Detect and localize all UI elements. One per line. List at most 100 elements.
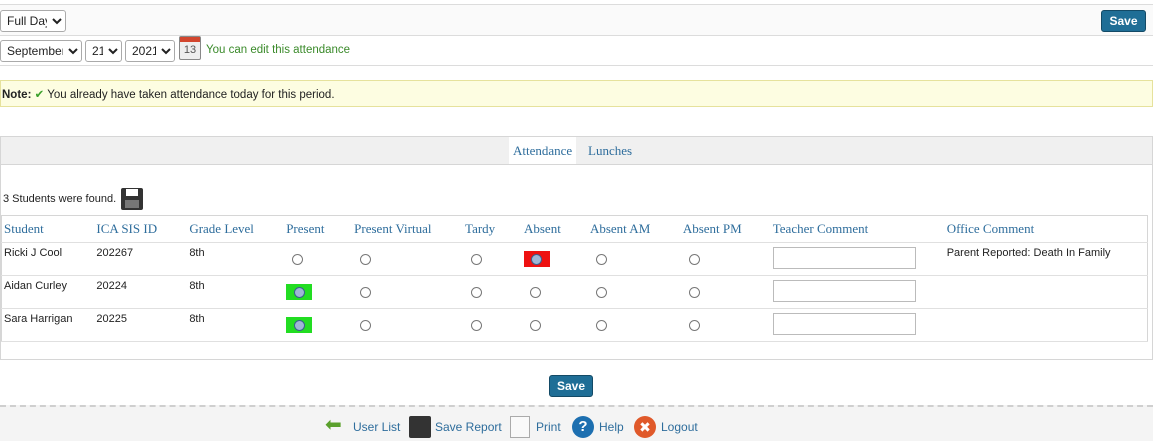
save-button[interactable]: Save	[1101, 10, 1146, 32]
checkmark-icon: ✔	[34, 89, 45, 101]
print-link[interactable]: Print	[536, 420, 561, 434]
present-cell	[284, 242, 353, 276]
student-grade: 8th	[187, 308, 285, 342]
year-select[interactable]: 2021	[125, 40, 175, 62]
absent-pm-cell	[680, 275, 771, 309]
present-cell	[284, 308, 353, 342]
header-absent-pm[interactable]: Absent PM	[680, 215, 771, 243]
user-list-link[interactable]: User List	[353, 420, 400, 434]
student-grade: 8th	[187, 275, 285, 309]
absent-am-cell	[587, 275, 681, 309]
present-radio[interactable]	[292, 253, 304, 265]
teacher-comment-cell	[770, 308, 945, 342]
present-virtual-radio[interactable]	[360, 319, 372, 331]
student-name: Aidan Curley	[1, 275, 95, 309]
calendar-icon[interactable]: 13	[179, 36, 201, 60]
help-link[interactable]: Help	[599, 420, 624, 434]
present-virtual-cell	[352, 275, 464, 309]
bottom-save-button[interactable]: Save	[549, 375, 593, 397]
tab-attendance[interactable]: Attendance	[509, 137, 577, 164]
table-row: Aidan Curley 20224 8th	[1, 275, 1148, 309]
header-grade-level[interactable]: Grade Level	[187, 215, 285, 243]
table-row: Sara Harrigan 20225 8th	[1, 308, 1148, 342]
note-banner: Note: ✔ You already have taken attendanc…	[0, 80, 1153, 107]
absent-am-radio[interactable]	[595, 286, 607, 298]
floppy-disk-icon[interactable]	[409, 416, 431, 438]
logout-icon[interactable]: ✖	[634, 416, 656, 438]
header-present-virtual[interactable]: Present Virtual	[352, 215, 464, 243]
tardy-radio[interactable]	[471, 286, 483, 298]
save-report-link[interactable]: Save Report	[435, 420, 502, 434]
absent-pm-radio[interactable]	[688, 319, 700, 331]
save-disk-icon[interactable]	[121, 188, 143, 210]
header-present[interactable]: Present	[284, 215, 353, 243]
header-tardy[interactable]: Tardy	[463, 215, 522, 243]
absent-pm-radio[interactable]	[688, 286, 700, 298]
student-name: Ricki J Cool	[1, 242, 95, 276]
student-id: 20224	[94, 275, 188, 309]
absent-radio[interactable]	[529, 286, 541, 298]
top-toolbar: Full Day Save	[0, 4, 1153, 36]
note-message: You already have taken attendance today …	[47, 89, 335, 101]
help-icon[interactable]: ?	[572, 416, 594, 438]
day-select[interactable]: 21	[85, 40, 122, 62]
attendance-table: Student ICA SIS ID Grade Level Present P…	[1, 215, 1148, 342]
student-id: 20225	[94, 308, 188, 342]
print-icon[interactable]	[510, 416, 530, 438]
absent-radio[interactable]	[531, 253, 543, 265]
note-colon: :	[27, 89, 32, 101]
header-office-comment[interactable]: Office Comment	[944, 215, 1148, 243]
office-comment	[944, 275, 1148, 309]
note-label: Note	[2, 89, 28, 101]
present-virtual-radio[interactable]	[360, 253, 372, 265]
arrow-left-icon[interactable]: ⬅	[325, 415, 342, 435]
save-disk-icon-label	[126, 189, 138, 196]
present-radio[interactable]	[293, 319, 305, 331]
absent-cell	[521, 242, 588, 276]
absent-cell	[521, 275, 588, 309]
logout-link[interactable]: Logout	[661, 420, 698, 434]
tardy-cell	[463, 275, 522, 309]
office-comment: Parent Reported: Death In Family	[944, 242, 1148, 276]
header-student[interactable]: Student	[1, 215, 95, 243]
absent-am-radio[interactable]	[595, 253, 607, 265]
header-absent-am[interactable]: Absent AM	[587, 215, 681, 243]
tab-bar: Attendance Lunches	[1, 137, 1152, 165]
absent-pm-cell	[680, 308, 771, 342]
period-select[interactable]: Full Day	[0, 10, 66, 32]
tardy-radio[interactable]	[471, 253, 483, 265]
teacher-comment-input[interactable]	[772, 312, 916, 335]
students-found: 3 Students were found.	[3, 193, 117, 205]
edit-message: You can edit this attendance	[206, 44, 351, 56]
present-highlight	[286, 284, 313, 300]
footer-bar: ⬅ User List Save Report Print ? Help ✖ L…	[0, 405, 1153, 441]
present-cell	[284, 275, 353, 309]
absent-cell	[521, 308, 588, 342]
teacher-comment-cell	[770, 275, 945, 309]
calendar-icon-day: 13	[183, 44, 197, 56]
teacher-comment-input[interactable]	[772, 279, 916, 302]
date-bar: September 21 2021 13 You can edit this a…	[0, 36, 1153, 66]
header-absent[interactable]: Absent	[521, 215, 588, 243]
present-radio[interactable]	[293, 286, 305, 298]
absent-highlight	[523, 251, 550, 267]
teacher-comment-cell	[770, 242, 945, 276]
absent-am-radio[interactable]	[595, 319, 607, 331]
present-virtual-cell	[352, 308, 464, 342]
table-header-row: Student ICA SIS ID Grade Level Present P…	[1, 215, 1148, 243]
tab-lunches[interactable]: Lunches	[584, 137, 636, 164]
present-virtual-radio[interactable]	[360, 286, 372, 298]
month-select[interactable]: September	[0, 40, 82, 62]
tardy-cell	[463, 308, 522, 342]
present-virtual-cell	[352, 242, 464, 276]
header-ica-sis-id[interactable]: ICA SIS ID	[94, 215, 188, 243]
present-highlight	[286, 317, 313, 333]
header-teacher-comment[interactable]: Teacher Comment	[770, 215, 945, 243]
tardy-radio[interactable]	[471, 319, 483, 331]
absent-pm-cell	[680, 242, 771, 276]
office-comment	[944, 308, 1148, 342]
teacher-comment-input[interactable]	[772, 246, 916, 269]
absent-radio[interactable]	[529, 319, 541, 331]
absent-am-cell	[587, 242, 681, 276]
absent-pm-radio[interactable]	[688, 253, 700, 265]
